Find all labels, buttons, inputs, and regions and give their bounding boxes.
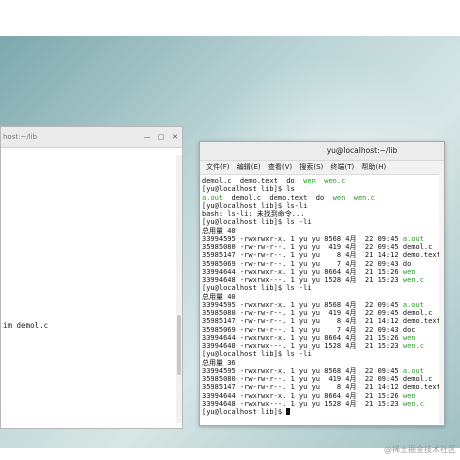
terminal-text: 35985147 -rw-rw-r--. 1 yu yu 8 4月 21 14:… (202, 317, 441, 326)
terminal-exec-filename: wen (402, 267, 416, 276)
terminal-exec-filename: a.out (402, 234, 424, 243)
terminal-exec-filename: wen wen.c (332, 193, 375, 202)
terminal-text: 总用量 36 (202, 358, 236, 367)
terminal-line: a.out demol.c demo.text do wen wen.c (202, 194, 444, 202)
terminal-text: 33994644 -rwxrwxr-x. 1 yu yu 8664 4月 21 … (202, 267, 403, 276)
terminal-text: [yu@localhost lib]$ ls-li (202, 201, 308, 210)
terminal-line: 33994595 -rwxrwxr-x. 1 yu yu 8568 4月 22 … (202, 301, 444, 309)
terminal-line: [yu@localhost lib]$ ls -li (202, 350, 444, 358)
terminal-text: [yu@localhost lib]$ (202, 408, 287, 416)
terminal-menubar: 文件(F) 编辑(E) 查看(V) 搜索(S) 终端(T) 帮助(H) (200, 161, 444, 175)
terminal-text: 33994648 -rwxrwx---. 1 yu yu 1528 4月 21 … (202, 276, 403, 284)
terminal-text: 总用量 40 (202, 226, 236, 235)
terminal-text: 35985069 -rw-rw-r--. 1 yu yu 7 4月 22 09:… (202, 259, 412, 268)
terminal-text: 35985080 -rw-rw-r--. 1 yu yu 419 4月 22 0… (202, 375, 433, 383)
terminal-text: 35985069 -rw-rw-r--. 1 yu yu 7 4月 22 09:… (202, 325, 416, 334)
terminal-line: 35985147 -rw-rw-r--. 1 yu yu 8 4月 21 14:… (202, 383, 444, 391)
terminal-exec-filename: a.out (402, 366, 424, 375)
terminal-text: demol.c demo.text do (223, 193, 333, 202)
left-window-title: host:~/lib (3, 133, 38, 141)
terminal-line: 33994648 -rwxrwx---. 1 yu yu 1528 4月 21 … (202, 342, 444, 350)
terminal-text: [yu@localhost lib]$ ls -li (202, 350, 312, 359)
terminal-titlebar[interactable]: yu@localhost:~/lib (200, 142, 444, 161)
left-window-scroll-thumb[interactable] (177, 315, 181, 375)
terminal-line: 33994644 -rwxrwxr-x. 1 yu yu 8664 4月 21 … (202, 334, 444, 342)
terminal-text: demol.c demo.text do (202, 177, 304, 185)
terminal-exec-filename: a.out (202, 193, 224, 202)
terminal-line: 总用量 40 (202, 227, 444, 235)
terminal-line: 总用量 36 (202, 359, 444, 367)
terminal-line: 35985080 -rw-rw-r--. 1 yu yu 419 4月 22 0… (202, 375, 444, 383)
watermark: @稀土掘金技术社区 (384, 445, 456, 454)
terminal-line: [yu@localhost lib]$ ls -li (202, 284, 444, 292)
terminal-exec-filename: a.out (402, 300, 424, 309)
terminal-line: 33994644 -rwxrwxr-x. 1 yu yu 8664 4月 21 … (202, 392, 444, 400)
desktop-background: host:~/lib — ▢ ✕ im demol.c yu@localhost… (0, 36, 460, 456)
menu-help[interactable]: 帮助(H) (361, 163, 386, 171)
terminal-text: bash: ls-li: 未找到命令... (202, 210, 305, 218)
terminal-title: yu@localhost:~/lib (326, 146, 398, 155)
terminal-line: 35985069 -rw-rw-r--. 1 yu yu 7 4月 22 09:… (202, 326, 444, 334)
terminal-text: 33994595 -rwxrwxr-x. 1 yu yu 8568 4月 22 … (202, 234, 403, 243)
terminal-exec-filename: wen.c (402, 399, 424, 408)
menu-file[interactable]: 文件(F) (206, 163, 230, 171)
menu-view[interactable]: 查看(V) (268, 163, 292, 171)
terminal-line: 总用量 40 (202, 293, 444, 301)
terminal-cursor (286, 408, 291, 415)
terminal-scrollbar[interactable] (439, 174, 444, 424)
terminal-line: 33994595 -rwxrwxr-x. 1 yu yu 8568 4月 22 … (202, 367, 444, 375)
menu-edit[interactable]: 编辑(E) (237, 163, 261, 171)
terminal-exec-filename: wen.c (402, 276, 424, 284)
menu-terminal[interactable]: 终端(T) (331, 163, 355, 171)
minimize-icon[interactable]: — (141, 131, 153, 143)
left-terminal-window[interactable]: host:~/lib — ▢ ✕ im demol.c (0, 126, 183, 429)
terminal-text: [yu@localhost lib]$ ls -li (202, 284, 312, 293)
terminal-line: 35985080 -rw-rw-r--. 1 yu yu 419 4月 22 0… (202, 243, 444, 251)
terminal-line: [yu@localhost lib]$ (202, 408, 444, 416)
left-window-titlebar[interactable]: host:~/lib — ▢ ✕ (1, 127, 182, 148)
terminal-text: 33994595 -rwxrwxr-x. 1 yu yu 8568 4月 22 … (202, 366, 403, 375)
terminal-text: [yu@localhost lib]$ ls -li (202, 218, 312, 227)
terminal-text: 33994648 -rwxrwx---. 1 yu yu 1528 4月 21 … (202, 399, 403, 408)
terminal-exec-filename: wen (402, 391, 416, 400)
terminal-line: 33994595 -rwxrwxr-x. 1 yu yu 8568 4月 22 … (202, 235, 444, 243)
left-window-text: im demol.c (3, 321, 49, 330)
terminal-line: 35985147 -rw-rw-r--. 1 yu yu 8 4月 21 14:… (202, 317, 444, 325)
terminal-text: 35985080 -rw-rw-r--. 1 yu yu 419 4月 22 0… (202, 243, 433, 251)
close-icon[interactable]: ✕ (169, 131, 181, 143)
terminal-text: 35985147 -rw-rw-r--. 1 yu yu 8 4月 21 14:… (202, 383, 441, 392)
terminal-line: [yu@localhost lib]$ ls (202, 185, 444, 193)
terminal-line: 35985147 -rw-rw-r--. 1 yu yu 8 4月 21 14:… (202, 251, 444, 259)
terminal-line: 33994648 -rwxrwx---. 1 yu yu 1528 4月 21 … (202, 400, 444, 408)
terminal-exec-filename: wen.c (402, 342, 424, 350)
terminal-line: 35985080 -rw-rw-r--. 1 yu yu 419 4月 22 0… (202, 309, 444, 317)
menu-search[interactable]: 搜索(S) (299, 163, 323, 171)
terminal-text: 35985080 -rw-rw-r--. 1 yu yu 419 4月 22 0… (202, 309, 433, 317)
terminal-output[interactable]: demol.c demo.text do wen wen.c [yu@localh… (200, 175, 444, 425)
left-window-scrollbar[interactable] (176, 155, 182, 423)
terminal-line: 33994644 -rwxrwxr-x. 1 yu yu 8664 4月 21 … (202, 268, 444, 276)
terminal-exec-filename: wen wen.c (303, 177, 346, 185)
terminal-text: 33994595 -rwxrwxr-x. 1 yu yu 8568 4月 22 … (202, 300, 403, 309)
terminal-line: bash: ls-li: 未找到命令... (202, 210, 444, 218)
terminal-text: 总用量 40 (202, 292, 236, 301)
terminal-line: [yu@localhost lib]$ ls -li (202, 218, 444, 226)
terminal-line: demol.c demo.text do wen wen.c (202, 177, 444, 185)
terminal-line: 35985069 -rw-rw-r--. 1 yu yu 7 4月 22 09:… (202, 260, 444, 268)
terminal-exec-filename: wen (402, 333, 416, 342)
terminal-text: 33994644 -rwxrwxr-x. 1 yu yu 8664 4月 21 … (202, 391, 403, 400)
terminal-text: [yu@localhost lib]$ ls (202, 185, 295, 194)
terminal-line: 33994648 -rwxrwx---. 1 yu yu 1528 4月 21 … (202, 276, 444, 284)
terminal-text: 33994644 -rwxrwxr-x. 1 yu yu 8664 4月 21 … (202, 333, 403, 342)
terminal-line: [yu@localhost lib]$ ls-li (202, 202, 444, 210)
terminal-text: 33994648 -rwxrwx---. 1 yu yu 1528 4月 21 … (202, 342, 403, 350)
terminal-window[interactable]: yu@localhost:~/lib 文件(F) 编辑(E) 查看(V) 搜索(… (199, 141, 445, 426)
maximize-icon[interactable]: ▢ (155, 131, 167, 143)
terminal-text: 35985147 -rw-rw-r--. 1 yu yu 8 4月 21 14:… (202, 251, 441, 260)
